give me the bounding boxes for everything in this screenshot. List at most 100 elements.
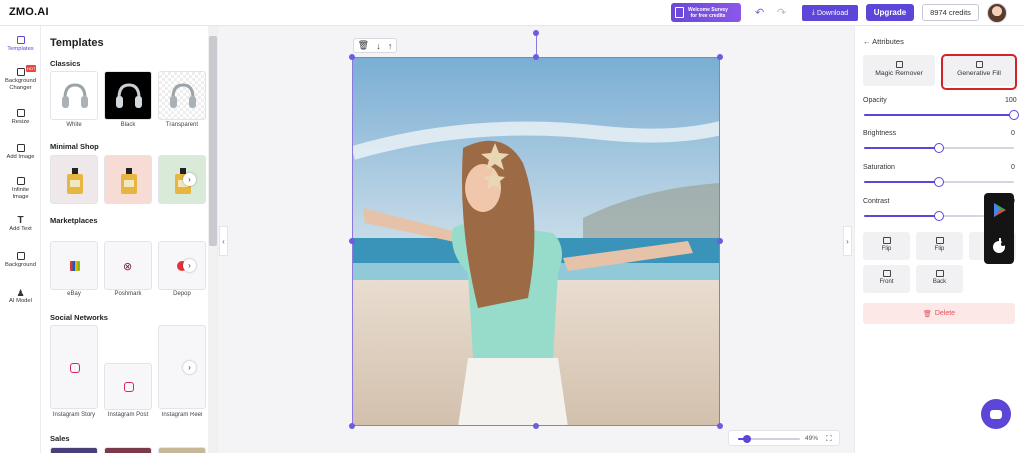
send-back-button[interactable]: Back (916, 265, 963, 293)
survey-icon (675, 7, 684, 18)
flip-label: Flip (934, 246, 945, 252)
saturation-label: Saturation (863, 164, 895, 171)
template-shop-1[interactable] (50, 155, 98, 204)
credits-badge[interactable]: 8974 credits (922, 4, 979, 21)
resize-handle-bl[interactable] (349, 423, 355, 429)
rotate-handle[interactable] (533, 30, 539, 36)
flip-horizontal-button[interactable]: Flip (863, 232, 910, 260)
flip-vertical-button[interactable]: Flip (916, 232, 963, 260)
saturation-slider[interactable] (864, 177, 1014, 187)
slider-knob[interactable] (934, 211, 944, 221)
survey-line-2: for free credits (690, 12, 726, 19)
delete-button[interactable]: 🗑 Delete (863, 303, 1015, 324)
headphones-image (62, 83, 88, 108)
template-instagram-post[interactable] (104, 363, 152, 410)
nav-background-changer[interactable]: HOT Background Changer (0, 65, 41, 92)
nav-label: Templates (7, 46, 34, 52)
app-store-badge[interactable] (984, 193, 1014, 264)
beach-photo (353, 58, 719, 425)
template-caption: eBay (67, 291, 81, 297)
logo[interactable]: ZMO.AI (9, 6, 49, 18)
template-sales-3[interactable] (158, 447, 206, 453)
download-label: Download (816, 9, 849, 17)
top-bar: ZMO.AI Welcome Survey for free credits ↶… (0, 0, 1024, 26)
template-white[interactable] (50, 71, 98, 120)
contrast-slider[interactable] (864, 211, 984, 221)
nav-add-image[interactable]: Add Image (0, 144, 41, 161)
avatar[interactable] (987, 3, 1007, 23)
resize-handle-l[interactable] (349, 238, 355, 244)
arrow-down-icon[interactable]: ↓ (376, 41, 381, 51)
nav-add-text[interactable]: T Add Text (0, 216, 41, 233)
slider-knob[interactable] (1009, 110, 1019, 120)
layers-icon (16, 68, 25, 76)
nav-background[interactable]: Background (0, 252, 41, 269)
resize-handle-b[interactable] (533, 423, 539, 429)
resize-handle-br[interactable] (717, 423, 723, 429)
brightness-slider[interactable] (864, 143, 1014, 153)
resize-handle-t[interactable] (533, 54, 539, 60)
nav-infinite-image[interactable]: Infinite Image (0, 177, 41, 201)
template-caption: Transparent (165, 122, 199, 128)
template-instagram-reel[interactable] (158, 325, 206, 409)
chat-button[interactable] (981, 399, 1011, 429)
section-marketplaces: Marketplaces (50, 216, 98, 225)
resize-handle-tl[interactable] (349, 54, 355, 60)
send-back-icon (935, 270, 944, 277)
zoom-slider[interactable] (738, 435, 800, 443)
flip-label: Flip (881, 246, 892, 252)
collapse-right-panel[interactable]: › (843, 226, 852, 256)
template-sales-2[interactable] (104, 447, 152, 453)
template-poshmark[interactable]: ⊗ (104, 241, 152, 290)
arrow-up-icon[interactable]: ↑ (388, 41, 393, 51)
slider-knob[interactable] (934, 143, 944, 153)
bring-front-button[interactable]: Front (863, 265, 910, 293)
template-transparent[interactable] (158, 71, 206, 120)
magic-remover-label: Magic Remover (875, 70, 923, 77)
template-shop-3[interactable] (158, 155, 206, 204)
collapse-left-panel[interactable]: ‹ (219, 226, 228, 256)
contrast-label: Contrast (863, 198, 890, 205)
magic-remover-button[interactable]: Magic Remover (863, 55, 935, 86)
chevron-right-icon[interactable]: › (183, 173, 196, 186)
nav-label: Background Changer (5, 78, 36, 91)
template-depop[interactable] (158, 241, 206, 290)
template-shop-2[interactable] (104, 155, 152, 204)
undo-icon[interactable]: ↶ (755, 6, 764, 19)
template-ebay[interactable] (50, 241, 98, 290)
chevron-right-icon[interactable]: › (183, 361, 196, 374)
welcome-survey-button[interactable]: Welcome Survey for free credits (671, 3, 741, 22)
scrollbar-thumb[interactable] (209, 36, 217, 246)
template-sales-1[interactable] (50, 447, 98, 453)
upgrade-button[interactable]: Upgrade (866, 4, 914, 21)
survey-line-1: Welcome Survey (688, 6, 728, 13)
nav-label: AI Model (9, 298, 32, 304)
nav-label: Background (5, 262, 36, 268)
hot-badge: HOT (26, 65, 37, 72)
download-icon: ⤓ (811, 9, 815, 16)
flip-vertical-icon (935, 237, 944, 244)
canvas-image[interactable] (352, 57, 720, 426)
section-sales: Sales (50, 434, 70, 443)
resize-handle-r[interactable] (717, 238, 723, 244)
zoom-control: 49% ⛶ (728, 430, 840, 446)
chevron-right-icon[interactable]: › (183, 259, 196, 272)
attributes-back[interactable]: ← Attributes (863, 37, 904, 46)
layer-toolbar: 🗑 ↓ ↑ (353, 38, 397, 53)
zoom-knob[interactable] (743, 435, 752, 443)
trash-icon[interactable]: 🗑 (358, 40, 369, 51)
template-instagram-story[interactable] (50, 325, 98, 409)
nav-templates[interactable]: Templates (0, 36, 41, 53)
store-icons (993, 203, 1006, 253)
brightness-value: 0 (1011, 130, 1015, 137)
background-icon (16, 252, 25, 260)
template-black[interactable] (104, 71, 152, 120)
opacity-slider[interactable] (864, 110, 1019, 120)
nav-ai-model[interactable]: ♟ AI Model (0, 288, 41, 305)
resize-handle-tr[interactable] (717, 54, 723, 60)
slider-knob[interactable] (934, 177, 944, 187)
nav-resize[interactable]: Resize (0, 109, 41, 126)
redo-icon[interactable]: ↷ (777, 6, 786, 19)
fullscreen-icon[interactable]: ⛶ (826, 434, 832, 444)
download-button[interactable]: ⤓ Download (802, 5, 858, 21)
